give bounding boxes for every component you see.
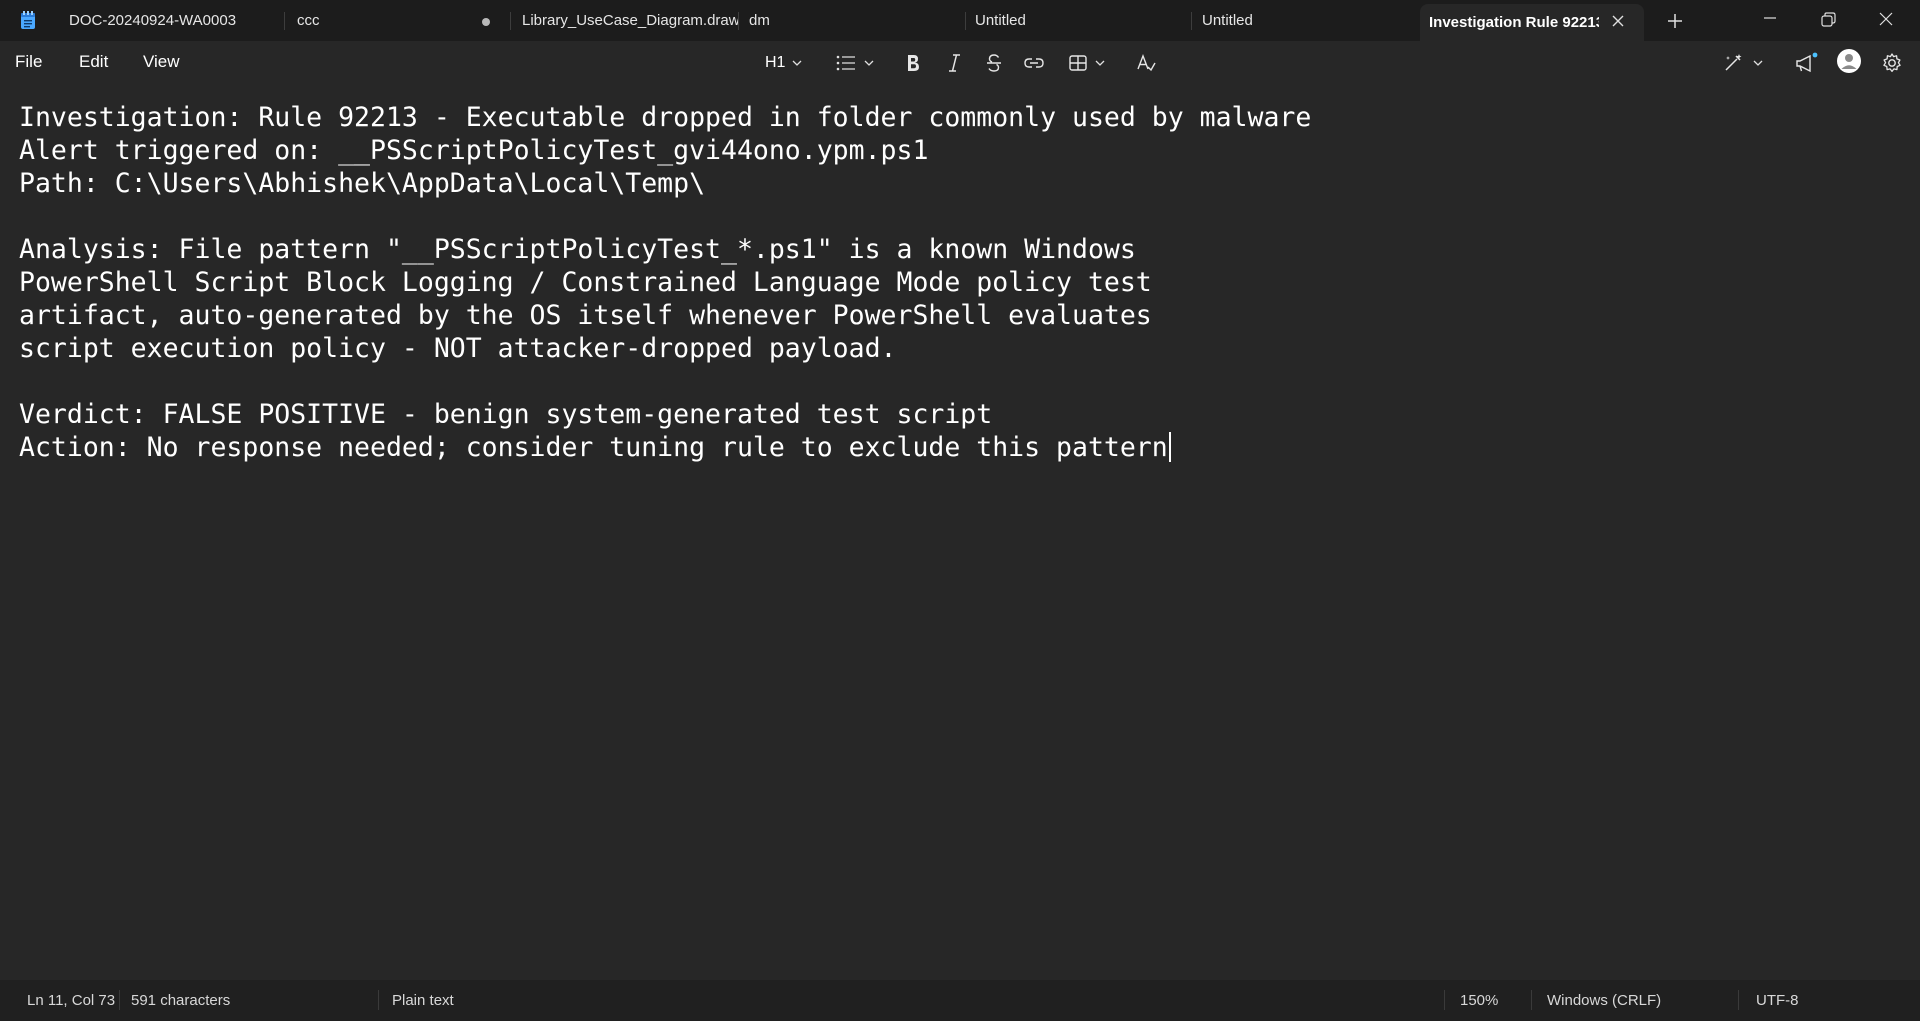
copilot-sparkle-icon xyxy=(1725,54,1742,71)
bold-button[interactable] xyxy=(903,51,923,75)
tab-divider xyxy=(284,12,285,30)
tab-label: Untitled xyxy=(975,12,1026,29)
strikethrough-icon xyxy=(987,54,1001,72)
encoding[interactable]: UTF-8 xyxy=(1756,992,1799,1009)
zoom-level[interactable]: 150% xyxy=(1460,992,1498,1009)
text-line-with-caret: Action: No response needed; consider tun… xyxy=(19,431,1171,464)
strikethrough-button[interactable] xyxy=(984,51,1004,75)
chevron-down-icon xyxy=(1753,60,1763,66)
document-format[interactable]: Plain text xyxy=(392,992,454,1009)
clear-formatting-icon xyxy=(1137,54,1156,72)
gear-icon xyxy=(1883,53,1901,73)
italic-icon xyxy=(949,54,960,72)
megaphone-icon xyxy=(1796,52,1818,73)
account-button[interactable] xyxy=(1836,49,1862,73)
menu-file[interactable]: File xyxy=(15,52,42,72)
tab-label: DOC-20240924-WA0003 xyxy=(69,12,237,29)
chevron-down-icon xyxy=(864,60,874,66)
table-icon xyxy=(1069,55,1087,71)
text-line: Path: C:\Users\Abhishek\AppData\Local\Te… xyxy=(19,168,706,199)
status-divider xyxy=(119,990,120,1010)
clear-formatting-button[interactable] xyxy=(1135,51,1157,75)
text-line: Alert triggered on: __PSScriptPolicyTest… xyxy=(19,135,929,166)
restore-icon[interactable] xyxy=(1816,8,1840,32)
status-bar: Ln 11, Col 73 591 characters Plain text … xyxy=(0,980,1920,1021)
chevron-down-icon xyxy=(1095,60,1105,66)
text-editor[interactable]: Investigation: Rule 92213 - Executable d… xyxy=(0,84,1920,980)
bold-icon xyxy=(908,55,919,71)
text-line: Analysis: File pattern "__PSScriptPolicy… xyxy=(19,234,1136,265)
tab-untitled-2[interactable]: Untitled xyxy=(1202,0,1402,41)
tab-divider xyxy=(965,12,966,30)
new-tab-plus-icon[interactable] xyxy=(1664,10,1686,32)
text-line: Action: No response needed; consider tun… xyxy=(19,432,1168,463)
whats-new-button[interactable] xyxy=(1794,51,1818,75)
notepad-app-icon xyxy=(21,11,35,29)
tab-label: Investigation Rule 92213 xyxy=(1429,14,1599,31)
status-divider xyxy=(1738,990,1739,1010)
link-button[interactable] xyxy=(1023,51,1045,75)
status-divider xyxy=(1444,990,1445,1010)
close-window-icon[interactable] xyxy=(1874,8,1898,32)
link-icon xyxy=(1024,58,1044,68)
avatar-icon xyxy=(1837,49,1861,73)
cursor-position[interactable]: Ln 11, Col 73 xyxy=(27,992,115,1009)
bulleted-list-icon xyxy=(836,55,855,71)
menu-edit[interactable]: Edit xyxy=(79,52,108,72)
status-divider xyxy=(1531,990,1532,1010)
tab-doc-20240924[interactable]: DOC-20240924-WA0003 xyxy=(69,0,269,41)
title-bar: DOC-20240924-WA0003 ccc Library_UseCase_… xyxy=(0,0,1920,41)
heading-dropdown[interactable]: H1 xyxy=(765,51,803,75)
minimize-icon[interactable] xyxy=(1758,8,1782,32)
unsaved-dot-icon xyxy=(482,18,490,26)
heading-label: H1 xyxy=(765,54,786,71)
tab-dm[interactable]: dm xyxy=(749,0,949,41)
copilot-dropdown[interactable] xyxy=(1722,51,1764,75)
tab-label: ccc xyxy=(297,12,320,29)
text-line: artifact, auto-generated by the OS itsel… xyxy=(19,300,1152,331)
list-dropdown[interactable] xyxy=(835,51,875,75)
line-ending[interactable]: Windows (CRLF) xyxy=(1547,992,1661,1009)
character-count: 591 characters xyxy=(131,992,231,1009)
tab-label: Untitled xyxy=(1202,12,1253,29)
table-dropdown[interactable] xyxy=(1068,51,1106,75)
text-line: script execution policy - NOT attacker-d… xyxy=(19,333,897,364)
close-tab-icon[interactable] xyxy=(1609,12,1627,30)
tab-divider xyxy=(738,12,739,30)
menu-toolbar: File Edit View H1 xyxy=(0,41,1920,84)
italic-button[interactable] xyxy=(944,51,964,75)
tab-library-usecase-diagram[interactable]: Library_UseCase_Diagram.draw xyxy=(522,0,738,41)
tab-divider xyxy=(510,12,511,30)
menu-view[interactable]: View xyxy=(143,52,180,72)
tab-divider xyxy=(1191,12,1192,30)
chevron-down-icon xyxy=(792,60,802,66)
tab-ccc[interactable]: ccc xyxy=(297,0,497,41)
status-divider xyxy=(378,990,379,1010)
settings-button[interactable] xyxy=(1881,51,1903,75)
tab-label: dm xyxy=(749,12,770,29)
text-caret xyxy=(1168,432,1171,462)
tab-untitled-1[interactable]: Untitled xyxy=(975,0,1175,41)
text-line: Investigation: Rule 92213 - Executable d… xyxy=(19,102,1312,133)
tab-label: Library_UseCase_Diagram.draw xyxy=(522,12,738,29)
text-line: PowerShell Script Block Logging / Constr… xyxy=(19,267,1152,298)
text-line: Verdict: FALSE POSITIVE - benign system-… xyxy=(19,399,993,430)
